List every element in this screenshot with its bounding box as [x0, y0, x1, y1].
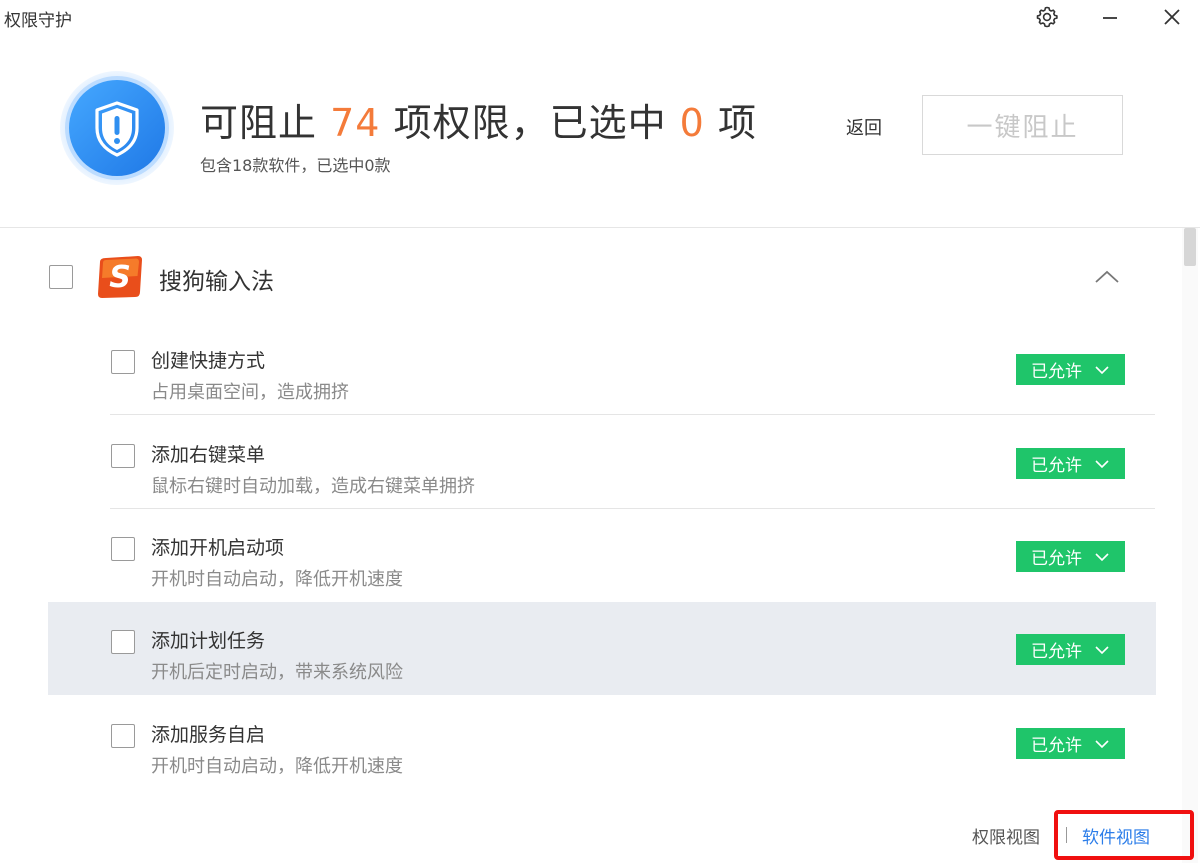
permission-desc: 开机时自动启动，降低开机速度	[151, 569, 403, 590]
header-divider	[0, 227, 1200, 228]
scrollbar-thumb[interactable]	[1184, 228, 1196, 266]
permission-desc: 开机时自动启动，降低开机速度	[151, 756, 403, 777]
back-link[interactable]: 返回	[846, 114, 882, 140]
permission-checkbox[interactable]	[111, 724, 135, 748]
headline-suffix: 项	[717, 101, 757, 145]
block-all-button[interactable]: 一键阻止	[922, 95, 1123, 155]
sogou-app-icon: S	[96, 254, 144, 300]
gear-icon	[1036, 6, 1058, 28]
settings-button[interactable]	[1030, 2, 1064, 32]
close-icon	[1164, 9, 1180, 25]
permission-row: 添加服务自启 开机时自动启动，降低开机速度 已允许	[48, 696, 1156, 789]
app-group-header: S 搜狗输入法	[0, 240, 1180, 312]
permission-row: 添加开机启动项 开机时自动启动，降低开机速度 已允许	[48, 509, 1156, 602]
chevron-down-icon	[1095, 645, 1109, 654]
permission-desc: 开机后定时启动，带来系统风险	[151, 662, 403, 683]
summary-subtitle: 包含18款软件，已选中0款	[200, 156, 391, 175]
permission-row-hovered: 添加计划任务 开机后定时启动，带来系统风险 已允许	[48, 602, 1156, 695]
permission-checkbox[interactable]	[111, 444, 135, 468]
minimize-button[interactable]	[1093, 2, 1127, 32]
app-name: 搜狗输入法	[159, 269, 274, 295]
window-title: 权限守护	[4, 11, 72, 31]
permission-checkbox[interactable]	[111, 537, 135, 561]
chevron-down-icon	[1095, 459, 1109, 468]
status-label: 已允许	[1031, 642, 1082, 662]
headline-prefix: 可阻止	[200, 101, 318, 145]
permission-status-dropdown[interactable]: 已允许	[1016, 728, 1125, 759]
status-label: 已允许	[1031, 456, 1082, 476]
headline-middle: 项权限，已选中	[393, 101, 667, 145]
scrollbar-track[interactable]	[1182, 228, 1198, 863]
status-label: 已允许	[1031, 362, 1082, 382]
collapse-button[interactable]	[1090, 262, 1124, 292]
chevron-down-icon	[1095, 739, 1109, 748]
status-label: 已允许	[1031, 549, 1082, 569]
permission-checkbox[interactable]	[111, 630, 135, 654]
chevron-up-icon	[1095, 270, 1119, 283]
permission-status-dropdown[interactable]: 已允许	[1016, 448, 1125, 479]
permission-desc: 鼠标右键时自动加载，造成右键菜单拥挤	[151, 476, 475, 497]
sogou-letter: S	[109, 260, 131, 295]
selected-count: 0	[679, 101, 705, 145]
blockable-summary: 可阻止 74 项权限，已选中 0 项	[200, 92, 757, 147]
minimize-icon	[1103, 17, 1117, 19]
permission-title: 添加开机启动项	[151, 537, 285, 559]
permission-row: 创建快捷方式 占用桌面空间，造成拥挤 已允许	[48, 322, 1156, 415]
permission-title: 添加计划任务	[151, 630, 266, 652]
close-button[interactable]	[1155, 2, 1189, 32]
shield-alert-icon	[54, 70, 180, 186]
blockable-count: 74	[330, 101, 381, 145]
chevron-down-icon	[1095, 365, 1109, 374]
status-label: 已允许	[1031, 736, 1082, 756]
permission-row: 添加右键菜单 鼠标右键时自动加载，造成右键菜单拥挤 已允许	[48, 416, 1156, 509]
highlight-box	[1054, 810, 1194, 860]
app-select-checkbox[interactable]	[49, 265, 73, 289]
permission-desc: 占用桌面空间，造成拥挤	[151, 382, 349, 403]
summary-header: 可阻止 74 项权限，已选中 0 项 包含18款软件，已选中0款 返回 一键阻止	[0, 36, 1200, 228]
permission-status-dropdown[interactable]: 已允许	[1016, 354, 1125, 385]
permission-status-dropdown[interactable]: 已允许	[1016, 541, 1125, 572]
permission-title: 创建快捷方式	[151, 350, 266, 372]
permission-checkbox[interactable]	[111, 350, 135, 374]
title-bar: 权限守护	[0, 0, 1200, 36]
permission-title: 添加右键菜单	[151, 444, 266, 466]
row-divider	[110, 414, 1155, 415]
permission-title: 添加服务自启	[151, 724, 266, 746]
chevron-down-icon	[1095, 552, 1109, 561]
permission-view-link[interactable]: 权限视图	[972, 823, 1040, 848]
permission-status-dropdown[interactable]: 已允许	[1016, 634, 1125, 665]
